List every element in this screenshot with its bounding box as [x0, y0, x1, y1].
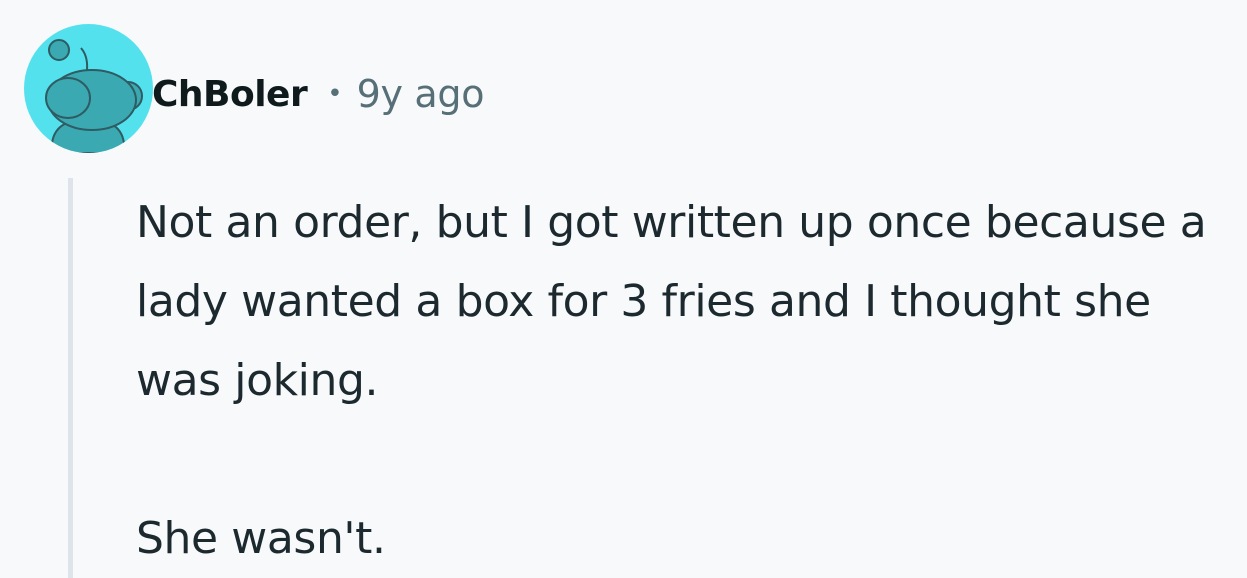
comment-card: ChBoler • 9y ago Not an order, but I got…: [0, 0, 1247, 578]
comment-timestamp[interactable]: 9y ago: [357, 72, 485, 116]
thread-collapse-line[interactable]: [68, 178, 73, 578]
comment-header: ChBoler • 9y ago: [152, 66, 484, 122]
username-link[interactable]: ChBoler: [152, 74, 308, 115]
comment-body: Not an order, but I got written up once …: [136, 183, 1244, 578]
snoo-avatar-icon: [45, 39, 143, 153]
comment-paragraph: She wasn't.: [136, 513, 386, 564]
meta-separator: •: [327, 79, 343, 109]
user-avatar[interactable]: [24, 24, 153, 153]
comment-paragraph: Not an order, but I got written up once …: [136, 197, 1207, 406]
